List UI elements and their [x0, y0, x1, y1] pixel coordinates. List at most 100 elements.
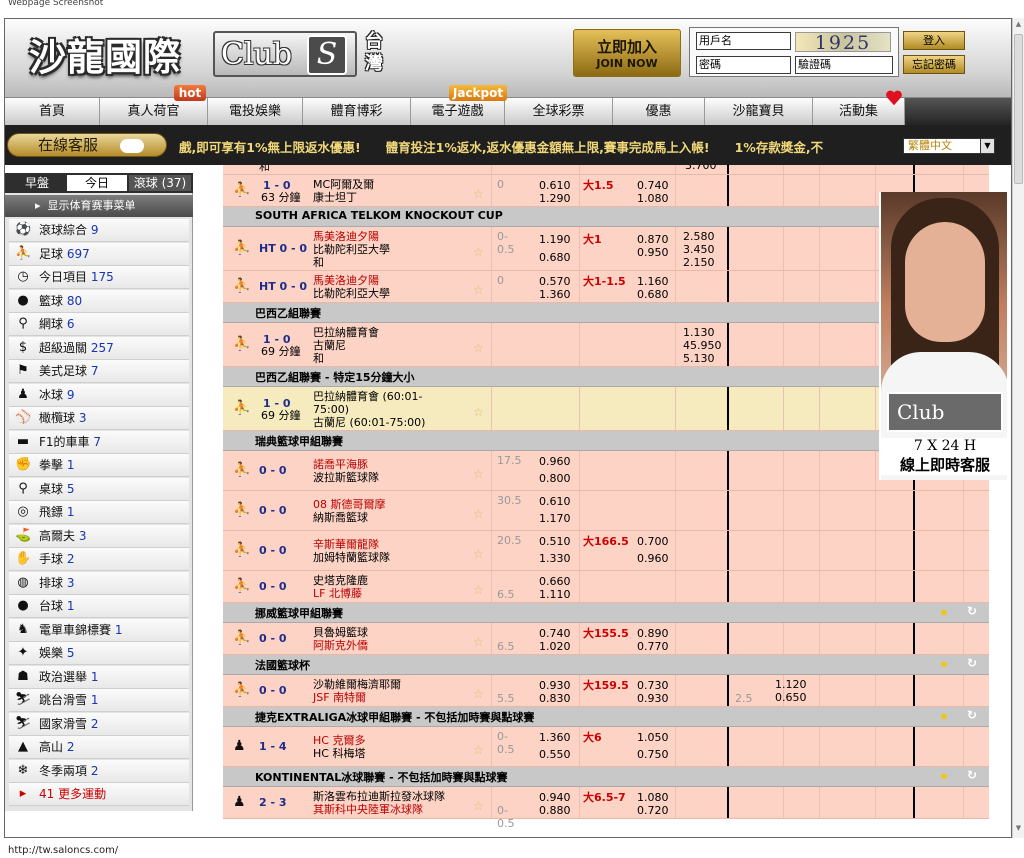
- team-name[interactable]: 和: [313, 352, 324, 365]
- team-name[interactable]: 史塔克隆鹿: [313, 574, 368, 587]
- favorite-star-icon[interactable]: ☆: [473, 635, 484, 649]
- sidebar-item-10[interactable]: ▬ F1的車車 7: [9, 430, 189, 454]
- favorite-star-icon[interactable]: ☆: [473, 187, 484, 201]
- over-under-odds[interactable]: 1.160: [637, 275, 669, 288]
- handicap-odds[interactable]: 0.610: [539, 179, 571, 192]
- over-under-odds[interactable]: 0.950: [637, 246, 669, 259]
- odds-value[interactable]: 3.700: [685, 165, 717, 172]
- nav-games[interactable]: 電子遊戲: [411, 98, 505, 126]
- over-under-odds[interactable]: 0.770: [637, 640, 669, 653]
- language-select[interactable]: 繁體中文 ▼: [903, 138, 995, 154]
- favorite-star-icon[interactable]: ☆: [473, 245, 484, 259]
- over-under-odds[interactable]: 0.750: [637, 748, 669, 761]
- team-name[interactable]: LF 北博藤: [313, 587, 362, 600]
- captcha-input[interactable]: 驗證碼: [795, 56, 893, 74]
- over-under-odds[interactable]: 0.730: [637, 679, 669, 692]
- sidebar-item-23[interactable]: ▲ 高山 2: [9, 736, 189, 759]
- sidebar-item-1[interactable]: ⚽ 滾球綜合 9: [9, 219, 189, 242]
- handicap-odds[interactable]: 0.570: [539, 275, 571, 288]
- sidebar-item-22[interactable]: ⛷ 國家滑雪 2: [9, 712, 189, 736]
- team-name[interactable]: 辛斯華爾龍隊: [313, 538, 379, 551]
- star-icon[interactable]: ★: [939, 606, 949, 619]
- over-under-odds[interactable]: 0.930: [637, 692, 669, 705]
- handicap-odds[interactable]: 0.880: [539, 804, 571, 817]
- handicap-odds[interactable]: 0.830: [539, 692, 571, 705]
- site-logo[interactable]: 沙龍國際: [29, 27, 181, 81]
- nav-sports[interactable]: 體育博彩: [303, 98, 411, 126]
- login-button[interactable]: 登入: [903, 31, 965, 50]
- team-name[interactable]: 諾喬平海豚: [313, 458, 368, 471]
- team-name[interactable]: HC 科梅塔: [313, 747, 365, 760]
- handicap-odds[interactable]: 0.610: [539, 495, 571, 508]
- team-name[interactable]: 08 斯德哥爾摩: [313, 498, 386, 511]
- scroll-up-icon[interactable]: ▲: [1013, 20, 1024, 32]
- handicap-odds[interactable]: 0.960: [539, 455, 571, 468]
- sidebar-item-6[interactable]: $ 超級過關 257: [9, 336, 189, 360]
- sidebar-item-17[interactable]: ● 台球 1: [9, 595, 189, 618]
- handicap-odds[interactable]: 0.930: [539, 679, 571, 692]
- over-under-odds[interactable]: 0.700: [637, 535, 669, 548]
- team-name[interactable]: 和: [313, 256, 324, 269]
- team-name[interactable]: 貝魯姆籃球: [313, 626, 368, 639]
- nav-home[interactable]: 首頁: [5, 98, 100, 126]
- over-under-odds[interactable]: 0.870: [637, 233, 669, 246]
- handicap-odds[interactable]: 1.110: [539, 588, 571, 601]
- team-name[interactable]: 75:00): [313, 403, 349, 416]
- refresh-icon[interactable]: ↻: [967, 604, 977, 618]
- team-name[interactable]: JSF 南特爾: [313, 691, 366, 704]
- tab-inplay[interactable]: 滾球 (37): [129, 175, 191, 191]
- online-service-button[interactable]: 在線客服: [7, 133, 167, 157]
- handicap-odds[interactable]: 0.800: [539, 472, 571, 485]
- team-name[interactable]: 巴拉納體育會 (60:01-: [313, 390, 422, 403]
- favorite-star-icon[interactable]: ☆: [473, 467, 484, 481]
- sidebar-item-5[interactable]: ⚲ 網球 6: [9, 313, 189, 336]
- over-under-odds[interactable]: 0.890: [637, 627, 669, 640]
- star-icon[interactable]: ★: [939, 710, 949, 723]
- forgot-password-button[interactable]: 忘記密碼: [903, 55, 965, 74]
- tab-early[interactable]: 早盤: [9, 175, 65, 191]
- refresh-icon[interactable]: ↻: [967, 656, 977, 670]
- password-input[interactable]: 密碼: [696, 56, 791, 74]
- team-name[interactable]: 比勒陀利亞大學: [313, 287, 390, 300]
- sidebar-item-15[interactable]: ✋ 手球 2: [9, 548, 189, 571]
- over-under-odds[interactable]: 0.740: [637, 179, 669, 192]
- handicap-odds[interactable]: 1.290: [539, 192, 571, 205]
- handicap-odds[interactable]: 1.330: [539, 552, 571, 565]
- favorite-star-icon[interactable]: ☆: [473, 405, 484, 419]
- team-name[interactable]: 納斯喬籃球: [313, 511, 368, 524]
- sidebar-item-11[interactable]: ✊ 拳擊 1: [9, 454, 189, 477]
- over-under-odds[interactable]: 1.050: [637, 731, 669, 744]
- sidebar-item-16[interactable]: ◍ 排球 3: [9, 571, 189, 595]
- team-name[interactable]: 其斯科中央陸軍冰球隊: [313, 803, 423, 816]
- star-icon[interactable]: ★: [939, 770, 949, 783]
- sidebar-item-19[interactable]: ✦ 娛樂 5: [9, 642, 189, 665]
- nav-lottery[interactable]: 全球彩票: [505, 98, 613, 126]
- sidebar-item-2[interactable]: ⛹ 足球 697: [9, 242, 189, 266]
- team-name[interactable]: 馬美洛迪夕陽: [313, 274, 379, 287]
- sidebar-item-12[interactable]: ⚲ 桌球 5: [9, 477, 189, 501]
- nav-promotions[interactable]: 優惠: [613, 98, 705, 126]
- favorite-star-icon[interactable]: ☆: [473, 283, 484, 297]
- team-name[interactable]: 加姆特蘭籃球隊: [313, 551, 390, 564]
- sidebar-item-21[interactable]: ⛷ 跳台滑雪 1: [9, 689, 189, 712]
- sidebar-item-13[interactable]: ◎ 飛鏢 1: [9, 501, 189, 524]
- team-name[interactable]: 波拉斯籃球隊: [313, 471, 379, 484]
- handicap-odds[interactable]: 1.360: [539, 288, 571, 301]
- handicap-odds[interactable]: 1.360: [539, 731, 571, 744]
- handicap-odds[interactable]: 0.510: [539, 535, 571, 548]
- over-under-odds[interactable]: 0.960: [637, 552, 669, 565]
- first-half-odds[interactable]: 1.120: [775, 678, 807, 691]
- sidebar-item-7[interactable]: ⚑ 美式足球 7: [9, 360, 189, 383]
- over-under-odds[interactable]: 0.680: [637, 288, 669, 301]
- refresh-icon[interactable]: ↻: [967, 708, 977, 722]
- team-name[interactable]: 斯洛雲布拉迪斯拉發冰球隊: [313, 790, 445, 803]
- handicap-odds[interactable]: 1.190: [539, 233, 571, 246]
- team-name[interactable]: 沙勒維爾梅濟耶爾: [313, 678, 401, 691]
- over-under-odds[interactable]: 1.080: [637, 791, 669, 804]
- team-name[interactable]: HC 克爾多: [313, 734, 365, 747]
- 1x2-odds[interactable]: 3.450: [683, 243, 715, 256]
- favorite-star-icon[interactable]: ☆: [473, 743, 484, 757]
- over-under-odds[interactable]: 1.080: [637, 192, 669, 205]
- handicap-odds[interactable]: 0.680: [539, 251, 571, 264]
- username-input[interactable]: 用戶名: [696, 32, 791, 50]
